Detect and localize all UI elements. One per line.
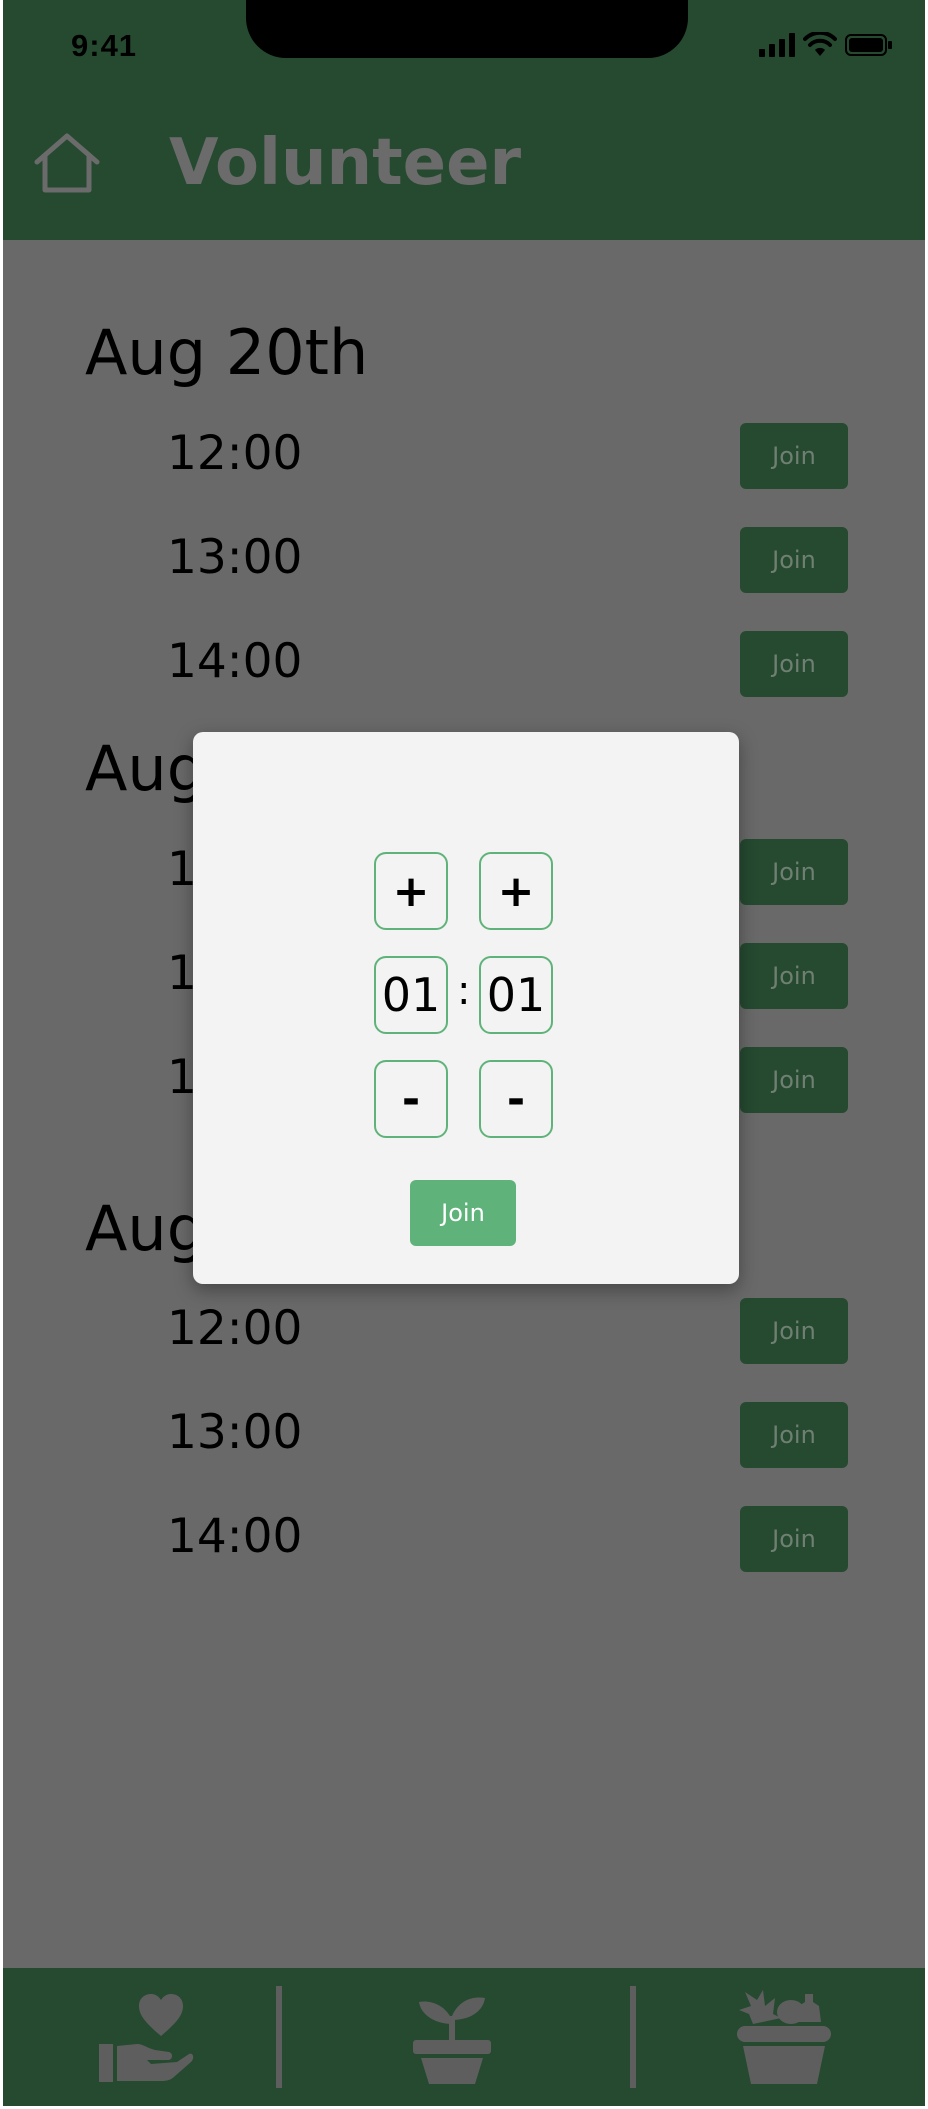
date-heading: Aug	[85, 732, 207, 805]
join-button[interactable]: Join	[740, 1298, 848, 1364]
join-button[interactable]: Join	[740, 1506, 848, 1572]
join-button[interactable]: Join	[740, 1047, 848, 1113]
time-picker-modal: + + 01 : 01 - - Join	[193, 732, 739, 1284]
battery-icon	[845, 34, 892, 56]
join-button[interactable]: Join	[740, 423, 848, 489]
minute-field[interactable]: 01	[479, 956, 553, 1034]
slot-time: 14:00	[167, 1509, 303, 1564]
time-separator: :	[457, 968, 471, 1014]
minute-decrement-button[interactable]: -	[479, 1060, 553, 1138]
slot-time: 13:00	[167, 1405, 303, 1460]
hour-decrement-button[interactable]: -	[374, 1060, 448, 1138]
join-button[interactable]: Join	[740, 839, 848, 905]
home-button[interactable]	[31, 132, 103, 196]
slot-time: 12:00	[167, 426, 303, 481]
join-button[interactable]: Join	[740, 943, 848, 1009]
slot-time: 12:00	[167, 1301, 303, 1356]
home-icon	[34, 133, 100, 193]
modal-join-button[interactable]: Join	[410, 1180, 516, 1246]
potted-plant-icon	[413, 1997, 491, 2084]
status-icons	[759, 32, 893, 58]
join-button[interactable]: Join	[740, 1402, 848, 1468]
donate-hand-heart-icon	[99, 1994, 194, 2082]
slot-time: 13:00	[167, 530, 303, 585]
device-notch	[246, 0, 688, 58]
phone-screen: 9:41 Volunteer Aug 20th 12:00 Join 13:00…	[0, 0, 928, 2109]
cellular-signal-icon	[759, 33, 795, 57]
app-header: 9:41 Volunteer	[3, 0, 925, 240]
date-heading: Aug	[85, 1192, 207, 1265]
nav-divider	[276, 1986, 282, 2088]
join-button[interactable]: Join	[740, 527, 848, 593]
nav-item-garden[interactable]	[411, 1994, 493, 2091]
page-title: Volunteer	[169, 126, 522, 200]
join-button[interactable]: Join	[740, 631, 848, 697]
hour-increment-button[interactable]: +	[374, 852, 448, 930]
nav-item-volunteer[interactable]	[99, 1992, 195, 2089]
minute-increment-button[interactable]: +	[479, 852, 553, 930]
vegetable-basket-icon	[737, 1990, 831, 2084]
status-time: 9:41	[71, 28, 138, 63]
slot-time: 14:00	[167, 634, 303, 689]
bottom-nav	[3, 1968, 925, 2106]
date-heading: Aug 20th	[85, 316, 369, 389]
wifi-icon	[803, 32, 837, 56]
hour-field[interactable]: 01	[374, 956, 448, 1034]
nav-item-food[interactable]	[735, 1988, 833, 2093]
nav-divider	[630, 1986, 636, 2088]
